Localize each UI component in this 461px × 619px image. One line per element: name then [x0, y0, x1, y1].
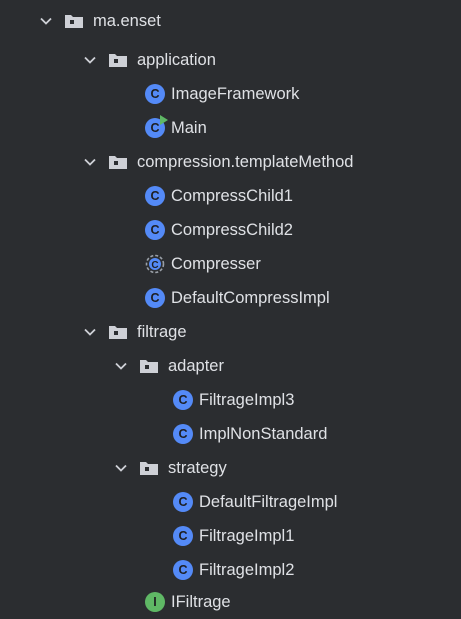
- class-icon: C: [173, 390, 193, 410]
- class-icon: C: [145, 186, 165, 206]
- tree-node-filtrageimpl2[interactable]: C FiltrageImpl2: [173, 553, 294, 587]
- class-icon: C: [173, 526, 193, 546]
- chevron-down-icon[interactable]: [111, 458, 131, 478]
- chevron-down-icon[interactable]: [36, 11, 56, 31]
- class-icon: C: [173, 492, 193, 512]
- tree-node-label: DefaultCompressImpl: [171, 289, 330, 307]
- package-folder-icon: [140, 359, 158, 373]
- tree-node-label: FiltrageImpl3: [199, 391, 295, 409]
- tree-node-label: ImageFramework: [171, 85, 300, 103]
- tree-node-label: application: [137, 51, 216, 69]
- chevron-down-icon[interactable]: [111, 356, 131, 376]
- tree-node-compression-templatemethod[interactable]: compression.templateMethod: [80, 145, 353, 179]
- tree-node-compresschild1[interactable]: C CompressChild1: [145, 179, 293, 213]
- tree-node-label: adapter: [168, 357, 224, 375]
- tree-node-filtrageimpl1[interactable]: C FiltrageImpl1: [173, 519, 294, 553]
- class-icon: C: [173, 424, 193, 444]
- chevron-down-icon[interactable]: [80, 50, 100, 70]
- tree-node-application[interactable]: application: [80, 43, 216, 77]
- package-folder-icon: [109, 155, 127, 169]
- tree-node-ma-enset[interactable]: ma.enset: [36, 4, 161, 38]
- package-folder-icon: [65, 14, 83, 28]
- tree-node-strategy[interactable]: strategy: [111, 451, 227, 485]
- chevron-down-icon[interactable]: [80, 322, 100, 342]
- tree-node-defaultcompressimpl[interactable]: C DefaultCompressImpl: [145, 281, 330, 315]
- tree-node-label: ImplNonStandard: [199, 425, 328, 443]
- tree-node-main[interactable]: C Main: [145, 111, 207, 145]
- tree-node-label: compression.templateMethod: [137, 153, 354, 171]
- tree-node-filtrage[interactable]: filtrage: [80, 315, 187, 349]
- tree-node-label: IFiltrage: [171, 593, 231, 611]
- project-tree: ma.enset application C ImageFramework C …: [0, 0, 461, 616]
- class-icon: C: [145, 84, 165, 104]
- tree-node-adapter[interactable]: adapter: [111, 349, 224, 383]
- class-icon: C: [173, 560, 193, 580]
- package-folder-icon: [109, 325, 127, 339]
- tree-node-label: filtrage: [137, 323, 187, 341]
- tree-node-imageframework[interactable]: C ImageFramework: [145, 77, 299, 111]
- tree-node-label: ma.enset: [93, 12, 161, 30]
- tree-node-defaultfiltrageimpl[interactable]: C DefaultFiltrageImpl: [173, 485, 337, 519]
- tree-node-label: Compresser: [171, 255, 261, 273]
- tree-node-label: CompressChild2: [171, 221, 293, 239]
- package-folder-icon: [109, 53, 127, 67]
- tree-node-compresser[interactable]: C Compresser: [145, 247, 261, 281]
- tree-node-label: CompressChild1: [171, 187, 293, 205]
- tree-node-compresschild2[interactable]: C CompressChild2: [145, 213, 293, 247]
- tree-node-implnonstandard[interactable]: C ImplNonStandard: [173, 417, 327, 451]
- interface-icon: I: [145, 592, 165, 612]
- svg-text:C: C: [151, 260, 158, 271]
- chevron-down-icon[interactable]: [80, 152, 100, 172]
- package-folder-icon: [140, 461, 158, 475]
- runnable-class-icon: C: [145, 115, 168, 138]
- tree-node-label: DefaultFiltrageImpl: [199, 493, 338, 511]
- class-icon: C: [145, 220, 165, 240]
- class-icon: C: [145, 288, 165, 308]
- tree-node-label: Main: [171, 119, 207, 137]
- tree-node-label: FiltrageImpl1: [199, 527, 295, 545]
- tree-node-label: strategy: [168, 459, 227, 477]
- tree-node-ifiltrage[interactable]: I IFiltrage: [145, 585, 231, 619]
- tree-node-filtrageimpl3[interactable]: C FiltrageImpl3: [173, 383, 294, 417]
- tree-node-label: FiltrageImpl2: [199, 561, 295, 579]
- abstract-class-icon: C: [145, 254, 165, 274]
